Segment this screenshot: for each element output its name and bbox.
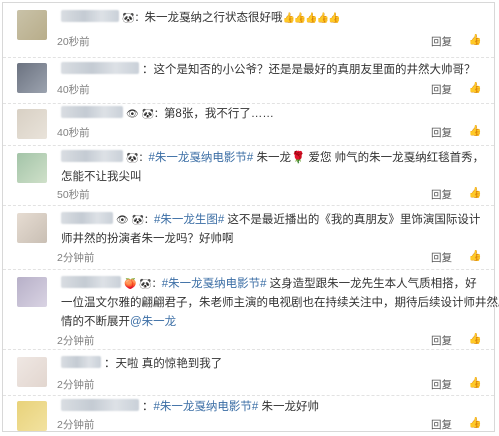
comment-time: 2分钟前 — [57, 252, 95, 264]
comment-prefix: 👁 🐼： — [126, 109, 164, 120]
comment-list: 🐼：朱一龙戛纳之行状态很好哦👍👍👍👍👍 20秒前 回复 👍 ：这个是知否的小公爷… — [2, 2, 499, 433]
reply-button[interactable]: 回复 — [431, 333, 452, 348]
reply-button[interactable]: 回复 — [431, 417, 452, 432]
comment-prefix: 🍑 🐼： — [124, 279, 162, 290]
reply-button[interactable]: 回复 — [431, 377, 452, 392]
comment-prefix: 👁 🐼： — [116, 215, 154, 226]
comment-body-cont: 一位温文尔雅的翩翩君子，朱老师主演的电视剧也在持续关注中，期待后续设计师井然剧 — [61, 297, 499, 309]
like-icon[interactable]: 👍 — [469, 33, 482, 46]
comment-body: 第8张，我不行了…… — [163, 108, 274, 120]
comment-time: 40秒前 — [57, 84, 90, 96]
reply-button[interactable]: 回复 — [431, 34, 452, 49]
comment-body: 天啦 真的惊艳到我了 — [115, 358, 223, 370]
comment-time: 2分钟前 — [57, 419, 95, 431]
hashtag-link[interactable]: #朱一龙生图# — [154, 214, 224, 226]
hashtag-link[interactable]: #朱一龙戛纳电影节# — [154, 401, 259, 413]
comment-row: 🐼：#朱一龙戛纳电影节# 朱一龙🌹 爱您 帅气的朱一龙戛纳红毯首秀， 怎能不让我… — [3, 145, 494, 206]
like-icon[interactable]: 👍 — [469, 376, 482, 389]
blurred-username[interactable] — [61, 10, 119, 22]
comment-row: ：#朱一龙戛纳电影节# 朱一龙好帅 2分钟前 回复 👍 — [3, 395, 494, 433]
comment-text: 👁 🐼：第8张，我不行了…… — [61, 105, 476, 124]
blurred-username[interactable] — [61, 62, 139, 74]
comment-prefix: 🐼： — [122, 13, 145, 24]
avatar[interactable] — [17, 213, 47, 243]
comment-prefix: ： — [104, 358, 116, 370]
reply-button[interactable]: 回复 — [431, 250, 452, 265]
comment-time: 2分钟前 — [57, 379, 95, 391]
comment-body: 这个是知否的小公爷？还是是最好的真朋友里面的井然大帅哥？ — [153, 64, 476, 76]
hashtag-link[interactable]: #朱一龙戛纳电影节# — [162, 278, 267, 290]
avatar[interactable] — [17, 153, 47, 183]
comment-prefix: ： — [142, 401, 154, 413]
comment-time: 2分钟前 — [57, 335, 95, 347]
avatar[interactable] — [17, 63, 47, 93]
comment-time: 50秒前 — [57, 189, 90, 201]
thumbs-up-icons: 👍👍👍👍👍 — [282, 13, 340, 24]
comment-body: 这身造型跟朱一龙先生本人气质相搭，好 — [266, 278, 477, 290]
blurred-username[interactable] — [61, 276, 121, 288]
comment-time: 40秒前 — [57, 127, 90, 139]
comment-body: 朱一龙好帅 — [258, 401, 319, 413]
reply-button[interactable]: 回复 — [431, 187, 452, 202]
like-icon[interactable]: 👍 — [469, 124, 482, 137]
reply-button[interactable]: 回复 — [431, 82, 452, 97]
comment-body: 这不是最近播出的《我的真朋友》里饰演国际设计 — [224, 214, 481, 226]
comment-row: 🍑 🐼：#朱一龙戛纳电影节# 这身造型跟朱一龙先生本人气质相搭，好 一位温文尔雅… — [3, 269, 499, 350]
comment-row: ：天啦 真的惊艳到我了 2分钟前 回复 👍 — [3, 349, 494, 396]
comment-text: 👁 🐼：#朱一龙生图# 这不是最近播出的《我的真朋友》里饰演国际设计 师井然的扮… — [61, 211, 480, 249]
comment-body: 朱一龙戛纳之行状态很好哦 — [144, 12, 283, 24]
mention-link[interactable]: @朱一龙 — [130, 316, 176, 328]
blurred-username[interactable] — [61, 399, 139, 411]
comment-text: 🐼：朱一龙戛纳之行状态很好哦👍👍👍👍👍 — [61, 9, 476, 28]
comment-row: 👁 🐼：第8张，我不行了…… 40秒前 回复 👍 — [3, 103, 494, 146]
comment-row: 👁 🐼：#朱一龙生图# 这不是最近播出的《我的真朋友》里饰演国际设计 师井然的扮… — [3, 205, 494, 270]
avatar[interactable] — [17, 10, 47, 40]
like-icon[interactable]: 👍 — [469, 186, 482, 199]
like-icon[interactable]: 👍 — [469, 416, 482, 429]
comment-body: 朱一龙🌹 爱您 帅气的朱一龙戛纳红毯首秀， — [253, 152, 485, 164]
like-icon[interactable]: 👍 — [469, 249, 482, 262]
avatar[interactable] — [17, 277, 47, 307]
comment-body-cont: 师井然的扮演者朱一龙吗？好帅啊 — [61, 233, 234, 245]
like-icon[interactable]: 👍 — [469, 81, 482, 94]
avatar[interactable] — [17, 357, 47, 387]
avatar[interactable] — [17, 109, 47, 139]
blurred-username[interactable] — [61, 150, 123, 162]
comment-text: ：#朱一龙戛纳电影节# 朱一龙好帅 — [61, 398, 476, 417]
comment-prefix: 🐼： — [126, 153, 149, 164]
comment-time: 20秒前 — [57, 36, 90, 48]
comment-row: ：这个是知否的小公爷？还是是最好的真朋友里面的井然大帅哥？ 40秒前 回复 👍 — [3, 57, 494, 104]
comment-body-cont: 怎能不让我尖叫 — [61, 171, 142, 183]
like-icon[interactable]: 👍 — [469, 332, 482, 345]
reply-button[interactable]: 回复 — [431, 125, 452, 140]
comment-text: 🐼：#朱一龙戛纳电影节# 朱一龙🌹 爱您 帅气的朱一龙戛纳红毯首秀， 怎能不让我… — [61, 149, 484, 187]
avatar[interactable] — [17, 401, 47, 431]
hashtag-link[interactable]: #朱一龙戛纳电影节# — [148, 152, 253, 164]
comment-row: 🐼：朱一龙戛纳之行状态很好哦👍👍👍👍👍 20秒前 回复 👍 — [3, 3, 494, 58]
blurred-username[interactable] — [61, 106, 123, 118]
comment-text: ：天啦 真的惊艳到我了 — [61, 355, 476, 374]
comment-body-cont: 情的不断展开 — [61, 316, 130, 328]
blurred-username[interactable] — [61, 212, 113, 224]
blurred-username[interactable] — [61, 356, 101, 368]
comment-prefix: ： — [142, 64, 154, 76]
comment-text: ：这个是知否的小公爷？还是是最好的真朋友里面的井然大帅哥？ — [61, 61, 476, 80]
comment-text: 🍑 🐼：#朱一龙戛纳电影节# 这身造型跟朱一龙先生本人气质相搭，好 一位温文尔雅… — [61, 275, 499, 332]
